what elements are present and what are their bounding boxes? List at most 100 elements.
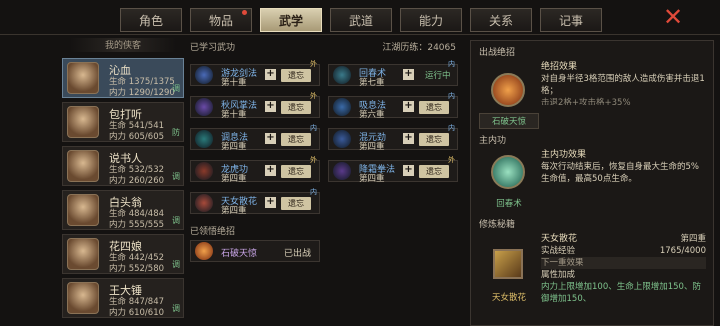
skill-type-tag: 外 bbox=[310, 92, 317, 100]
notification-dot-icon bbox=[242, 10, 247, 15]
forget-button[interactable]: 遗忘 bbox=[281, 101, 311, 114]
skill-level: 第四重 bbox=[221, 142, 247, 152]
character-mp: 内力 555/555 bbox=[109, 220, 165, 230]
skill-type-tag: 内 bbox=[448, 60, 455, 68]
flower-icon bbox=[195, 194, 213, 212]
character-card[interactable]: 沁血 生命 1375/1375 内力 1290/1290 调 bbox=[62, 58, 184, 98]
forget-button[interactable]: 遗忘 bbox=[281, 69, 311, 82]
energy-icon bbox=[333, 130, 351, 148]
ult-skill-status: 已出战 bbox=[283, 249, 311, 259]
plus-icon[interactable]: + bbox=[403, 101, 414, 112]
inner-effect-text: 每次行动结束后，恢复自身最大生命的5%生命值，最高50点生命。 bbox=[541, 162, 699, 184]
skill-level: 第四重 bbox=[221, 174, 247, 184]
character-mp: 内力 605/605 bbox=[109, 132, 165, 142]
character-tag: 调 bbox=[172, 260, 180, 269]
tab-label: 武学 bbox=[278, 13, 303, 28]
tab-bar: 角色 物品 武学 武道 能力 关系 记事 bbox=[120, 8, 602, 32]
avatar bbox=[67, 238, 99, 270]
skill-card[interactable]: 混元劲 第四重 + 内遗忘 bbox=[328, 124, 458, 152]
section-main-inner: 主内功 bbox=[479, 136, 507, 146]
ult-skill-card[interactable]: 石破天惊 已出战 bbox=[190, 240, 320, 262]
inner-big-icon[interactable] bbox=[491, 155, 525, 189]
ult-caption: 石破天惊 bbox=[479, 113, 539, 129]
manual-effect-text: 内力上限增加100、生命上限增加150、防御增加150、 bbox=[541, 282, 701, 304]
tab-0[interactable]: 角色 bbox=[120, 8, 182, 32]
forget-button[interactable]: 遗忘 bbox=[281, 133, 311, 146]
tab-4[interactable]: 能力 bbox=[400, 8, 462, 32]
tab-6[interactable]: 记事 bbox=[540, 8, 602, 32]
skill-type-tag: 内 bbox=[310, 188, 317, 196]
tab-label: 关系 bbox=[488, 13, 513, 28]
manual-effect: 天女散花 第四重 实战经验 1765/4000 下一重效果 属性加成 内力上限增… bbox=[541, 233, 706, 305]
skill-level: 第六重 bbox=[359, 110, 385, 120]
tab-3[interactable]: 武道 bbox=[330, 8, 392, 32]
avatar bbox=[67, 282, 99, 314]
tab-label: 记事 bbox=[558, 13, 583, 28]
avatar bbox=[67, 62, 99, 94]
forget-button[interactable]: 遗忘 bbox=[419, 101, 449, 114]
dragon-icon bbox=[195, 162, 213, 180]
skill-card[interactable]: 龙虎功 第四重 + 外遗忘 bbox=[190, 156, 320, 184]
plus-icon[interactable]: + bbox=[265, 165, 276, 176]
skill-card[interactable]: 调息法 第四重 + 内遗忘 bbox=[190, 124, 320, 152]
forget-button[interactable]: 遗忘 bbox=[281, 197, 311, 210]
forget-button[interactable]: 遗忘 bbox=[281, 165, 311, 178]
tab-label: 武道 bbox=[348, 13, 373, 28]
tab-5[interactable]: 关系 bbox=[470, 8, 532, 32]
ult-big-icon[interactable] bbox=[491, 73, 525, 107]
skill-card[interactable]: 降霜拳法 第四重 + 外遗忘 bbox=[328, 156, 458, 184]
skill-level: 第四重 bbox=[359, 142, 385, 152]
character-card[interactable]: 白头翁 生命 484/484 内力 555/555 调 bbox=[62, 190, 184, 230]
avatar bbox=[67, 106, 99, 138]
character-tag: 调 bbox=[172, 172, 180, 181]
skill-level: 第七重 bbox=[359, 78, 385, 88]
skill-card[interactable]: 天女散花 第四重 + 内遗忘 bbox=[190, 188, 320, 216]
tab-2[interactable]: 武学 bbox=[260, 8, 322, 32]
skill-card[interactable]: 吸息法 第六重 + 内遗忘 bbox=[328, 92, 458, 120]
header-divider bbox=[0, 34, 720, 35]
plus-icon[interactable]: + bbox=[265, 133, 276, 144]
close-icon[interactable]: ✕ bbox=[660, 5, 686, 30]
ult-effect: 绝招效果 对自身半径3格范围的敌人造成伤害并击退1格； 击退2格+攻击格+35% bbox=[541, 61, 706, 105]
forget-button[interactable]: 遗忘 bbox=[419, 165, 449, 178]
plus-icon[interactable]: + bbox=[265, 197, 276, 208]
breath-icon bbox=[333, 98, 351, 116]
plus-icon[interactable]: + bbox=[265, 69, 276, 80]
character-list-header: 我的侠客 bbox=[70, 38, 176, 52]
jianghu-exp: 江湖历练：24065 bbox=[382, 43, 456, 53]
ult-skill-icon bbox=[195, 242, 213, 260]
character-card[interactable]: 说书人 生命 532/532 内力 260/260 调 bbox=[62, 146, 184, 186]
manual-book-icon[interactable] bbox=[493, 249, 523, 279]
section-manual: 修炼秘籍 bbox=[479, 220, 516, 230]
character-tag: 调 bbox=[172, 84, 180, 93]
avatar bbox=[67, 150, 99, 182]
skill-status: 运行中 bbox=[425, 71, 451, 81]
ult-section-title: 已领悟绝招 bbox=[190, 227, 236, 237]
skill-level: 第十重 bbox=[221, 78, 247, 88]
palm-icon bbox=[195, 98, 213, 116]
skill-level: 第十重 bbox=[221, 110, 247, 120]
manual-name: 天女散花 bbox=[541, 234, 578, 244]
skill-card[interactable]: 游龙剑法 第十重 + 外遗忘 bbox=[190, 60, 320, 88]
skill-card[interactable]: 秋风掌法 第十重 + 外遗忘 bbox=[190, 92, 320, 120]
character-card[interactable]: 花四娘 生命 442/452 内力 552/580 调 bbox=[62, 234, 184, 274]
plus-icon[interactable]: + bbox=[265, 101, 276, 112]
inner-caption: 回春术 bbox=[496, 199, 522, 209]
plus-icon[interactable]: + bbox=[403, 165, 414, 176]
manual-caption: 天女散花 bbox=[491, 293, 526, 303]
character-tag: 调 bbox=[172, 304, 180, 313]
character-mp: 内力 610/610 bbox=[109, 308, 165, 318]
inner-effect: 主内功效果 每次行动结束后，恢复自身最大生命的5%生命值，最高50点生命。 bbox=[541, 149, 706, 185]
tab-1[interactable]: 物品 bbox=[190, 8, 252, 32]
skills-header: 已学习武功 江湖历练：24065 bbox=[190, 40, 464, 54]
skill-card[interactable]: 回春术 第七重 + 内运行中 bbox=[328, 60, 458, 88]
manual-level: 第四重 bbox=[680, 234, 706, 244]
frost-icon bbox=[333, 162, 351, 180]
detail-panel: 出战绝招 石破天惊 绝招效果 对自身半径3格范围的敌人造成伤害并击退1格； 击退… bbox=[470, 40, 714, 326]
plus-icon[interactable]: + bbox=[403, 69, 414, 80]
character-card[interactable]: 包打听 生命 541/541 内力 605/605 防 bbox=[62, 102, 184, 142]
plus-icon[interactable]: + bbox=[403, 133, 414, 144]
forget-button[interactable]: 遗忘 bbox=[419, 133, 449, 146]
skill-grid: 游龙剑法 第十重 + 外遗忘 回春术 第七重 + 内运行中 秋风掌法 第十重 + 外遗忘 吸息法 第六重 +… bbox=[190, 60, 464, 240]
character-card[interactable]: 王大锤 生命 847/847 内力 610/610 调 bbox=[62, 278, 184, 318]
